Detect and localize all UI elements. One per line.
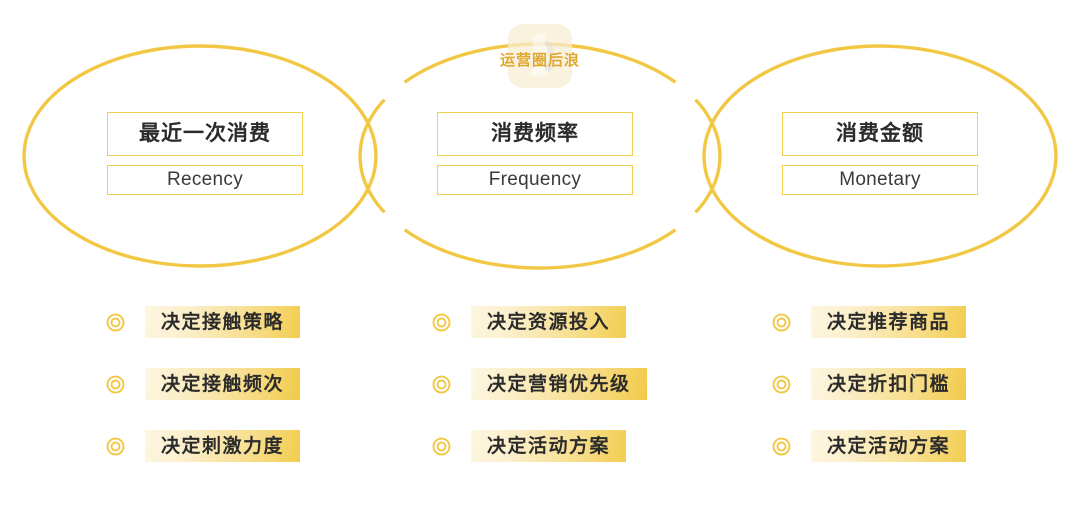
column-header-monetary: 消费金额 Monetary: [782, 112, 978, 195]
item-chip[interactable]: 决定活动方案: [471, 430, 627, 462]
header-title-cn: 消费频率: [437, 112, 633, 156]
list-item[interactable]: 决定活动方案: [772, 429, 1032, 463]
header-title-en: Recency: [107, 165, 303, 195]
item-chip[interactable]: 决定折扣门槛: [811, 368, 967, 400]
item-chip[interactable]: 决定活动方案: [811, 430, 967, 462]
ring-bullet-icon: [106, 313, 125, 331]
ring-bullet-icon: [772, 375, 791, 393]
header-title-cn: 最近一次消费: [107, 112, 303, 156]
list-item[interactable]: 决定接触频次: [106, 367, 366, 401]
item-chip[interactable]: 决定推荐商品: [811, 306, 967, 338]
column-header-frequency: 消费频率 Frequency: [437, 112, 633, 195]
ring-bullet-icon: [106, 375, 125, 393]
item-chip[interactable]: 决定资源投入: [471, 306, 627, 338]
list-item[interactable]: 决定资源投入: [432, 305, 692, 339]
header-title-en: Monetary: [782, 165, 978, 195]
list-item[interactable]: 决定活动方案: [432, 429, 692, 463]
item-column-recency: 决定接触策略 决定接触频次 决定刺激力度: [106, 305, 366, 491]
ring-bullet-icon: [772, 437, 791, 455]
list-item[interactable]: 决定刺激力度: [106, 429, 366, 463]
ring-bullet-icon: [432, 375, 451, 393]
ring-bullet-icon: [432, 313, 451, 331]
item-chip[interactable]: 决定接触频次: [145, 368, 301, 400]
item-chip[interactable]: 决定刺激力度: [145, 430, 301, 462]
ring-bullet-icon: [432, 437, 451, 455]
header-title-cn: 消费金额: [782, 112, 978, 156]
header-title-en: Frequency: [437, 165, 633, 195]
item-chip[interactable]: 决定营销优先级: [471, 368, 647, 400]
ring-bullet-icon: [772, 313, 791, 331]
rfm-venn-diagram: 运营圈后浪 最近一次消费 Recency 消费频率 Frequency 消费金额…: [0, 0, 1080, 519]
list-item[interactable]: 决定营销优先级: [432, 367, 692, 401]
list-item[interactable]: 决定折扣门槛: [772, 367, 1032, 401]
column-header-recency: 最近一次消费 Recency: [107, 112, 303, 195]
item-column-frequency: 决定资源投入 决定营销优先级 决定活动方案: [432, 305, 692, 491]
ring-bullet-icon: [106, 437, 125, 455]
list-item[interactable]: 决定接触策略: [106, 305, 366, 339]
list-item[interactable]: 决定推荐商品: [772, 305, 1032, 339]
item-chip[interactable]: 决定接触策略: [145, 306, 301, 338]
item-column-monetary: 决定推荐商品 决定折扣门槛 决定活动方案: [772, 305, 1032, 491]
